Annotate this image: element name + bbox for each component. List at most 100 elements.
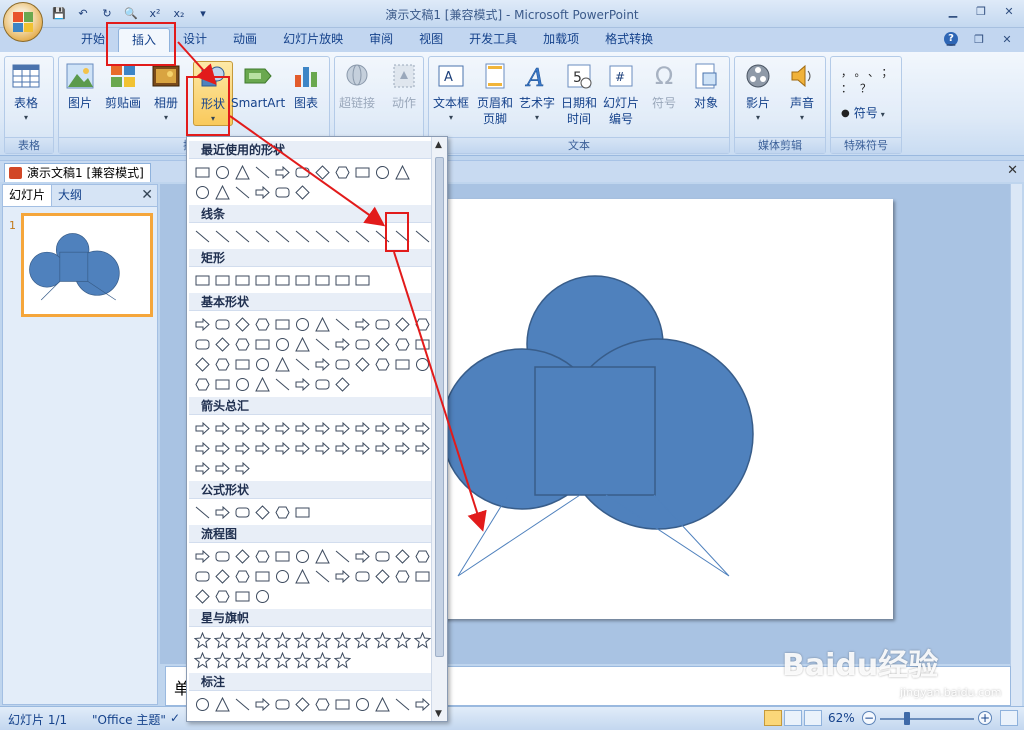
tab-review[interactable]: 审阅 [356,28,406,52]
shape-option-line[interactable] [313,227,330,244]
shape-option-arrow[interactable] [213,439,230,456]
shape-option-arrow[interactable] [413,439,430,456]
restore-icon[interactable]: ❐ [970,3,992,21]
shape-option-arrow[interactable] [293,419,310,436]
shape-option-arrow[interactable] [313,419,330,436]
shape-option-line[interactable] [353,227,370,244]
shape-option-tri[interactable] [253,375,270,392]
shape-option-line[interactable] [193,227,210,244]
shape-option-arrow[interactable] [413,419,430,436]
shape-option-round[interactable] [193,567,210,584]
shape-option-circle[interactable] [273,335,290,352]
shape-option-line[interactable] [233,227,250,244]
shape-option-star[interactable] [373,631,392,649]
shape-option-round[interactable] [273,183,290,200]
shape-option-line[interactable] [273,227,290,244]
shape-option-star[interactable] [293,651,312,669]
slide-number-button[interactable]: # 幻灯片 编号 [603,61,639,127]
tab-design[interactable]: 设计 [170,28,220,52]
shape-option-line[interactable] [333,547,350,564]
doc-minimize-icon[interactable]: ▁ [940,31,962,49]
shape-option-arrow[interactable] [213,459,230,476]
shape-option-circle[interactable] [373,163,390,180]
shape-option-round[interactable] [313,375,330,392]
shape-option-hex[interactable] [233,335,250,352]
shape-option-round[interactable] [213,547,230,564]
menu-scrollbar[interactable]: ▲ ▼ [431,137,447,721]
shape-option-circle[interactable] [253,355,270,372]
shape-option-circle[interactable] [213,163,230,180]
shape-option-line[interactable] [253,227,270,244]
shape-option-hex[interactable] [233,567,250,584]
shape-option-rect[interactable] [213,271,230,288]
shape-option-hex[interactable] [273,503,290,520]
shape-option-star[interactable] [293,631,312,649]
chart-button[interactable]: 图表 [291,61,321,111]
close-document-icon[interactable]: ✕ [1007,163,1018,178]
shape-option-line[interactable] [313,335,330,352]
shape-option-diamond[interactable] [253,503,270,520]
shape-option-rect[interactable] [353,271,370,288]
shape-option-arrow[interactable] [373,419,390,436]
shape-option-line[interactable] [193,503,210,520]
tab-animation[interactable]: 动画 [220,28,270,52]
shape-option-hex[interactable] [193,375,210,392]
shape-option-line[interactable] [313,567,330,584]
shape-option-rect[interactable] [233,587,250,604]
shape-option-rect[interactable] [293,271,310,288]
shape-option-tri[interactable] [293,335,310,352]
scrollbar-thumb[interactable] [435,157,444,657]
zoom-in-icon[interactable]: + [978,711,992,725]
shape-option-rect[interactable] [333,271,350,288]
shape-option-line[interactable] [253,163,270,180]
header-footer-button[interactable]: 页眉和 页脚 [477,61,513,127]
table-button[interactable]: 表格 ▾ [11,61,41,122]
shape-option-arrow[interactable] [253,695,270,712]
scroll-up-icon[interactable]: ▲ [435,140,442,150]
zoom-slider-thumb[interactable] [904,712,910,725]
shape-option-star[interactable] [353,631,372,649]
shape-option-arrow[interactable] [233,459,250,476]
shape-option-diamond[interactable] [233,315,250,332]
shape-option-circle[interactable] [233,375,250,392]
shape-option-arrow[interactable] [233,419,250,436]
shape-option-circle[interactable] [253,587,270,604]
shape-option-arrow[interactable] [293,439,310,456]
shape-option-arrow[interactable] [273,439,290,456]
shape-option-hex[interactable] [333,163,350,180]
shape-option-circle[interactable] [193,183,210,200]
shape-option-diamond[interactable] [293,183,310,200]
shape-option-tri[interactable] [313,315,330,332]
shape-option-rect[interactable] [233,355,250,372]
shape-option-round[interactable] [353,335,370,352]
shape-option-hex[interactable] [393,335,410,352]
shape-option-arrow[interactable] [273,419,290,436]
shape-option-tri[interactable] [233,163,250,180]
shape-option-circle[interactable] [293,547,310,564]
shape-option-diamond[interactable] [193,355,210,372]
shape-option-tri[interactable] [213,695,230,712]
shape-option-star[interactable] [413,631,432,649]
shape-option-hex[interactable] [413,315,430,332]
shape-option-arrow[interactable] [333,335,350,352]
zoom-level[interactable]: 62% [828,711,855,725]
zoom-out-icon[interactable]: − [862,711,876,725]
shape-option-arrow[interactable] [193,419,210,436]
shape-option-diamond[interactable] [393,547,410,564]
shape-option-arrow[interactable] [213,419,230,436]
shape-option-circle[interactable] [293,315,310,332]
shape-option-rect[interactable] [273,315,290,332]
shape-option-hex[interactable] [253,547,270,564]
shape-option-arrow[interactable] [313,355,330,372]
shape-option-star[interactable] [313,651,332,669]
object-button[interactable]: 对象 [691,61,721,111]
shape-option-round[interactable] [233,503,250,520]
shape-option-arrow[interactable] [253,419,270,436]
movie-button[interactable]: 影片 ▾ [743,61,773,122]
minimize-icon[interactable]: ▁ [942,3,964,21]
shape-option-circle[interactable] [353,695,370,712]
slide-sorter-icon[interactable] [784,710,802,726]
shape-option-rect[interactable] [193,163,210,180]
shape-option-line[interactable] [393,695,410,712]
tab-format-convert[interactable]: 格式转换 [592,28,666,52]
